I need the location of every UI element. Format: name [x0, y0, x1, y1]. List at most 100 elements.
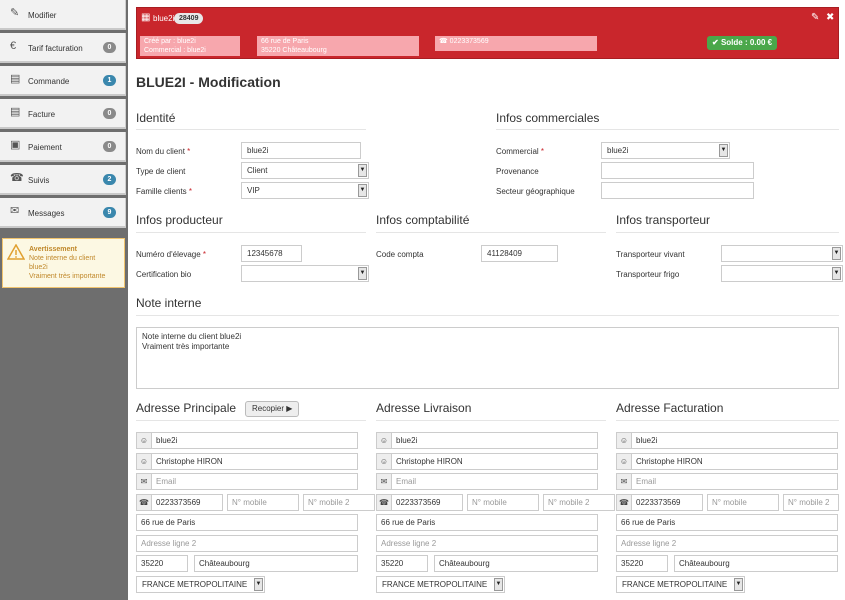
commercial-select[interactable]: blue2i ▼ [601, 142, 730, 159]
address-zip-input[interactable]: 35220 [136, 555, 188, 572]
address-name-input[interactable]: blue2i [391, 432, 598, 449]
address-zip-input[interactable]: 35220 [376, 555, 428, 572]
created-by: Créé par : blue2i [144, 38, 196, 45]
invoice-icon: ▤ [10, 106, 21, 118]
chevron-down-icon: ▼ [358, 267, 367, 280]
address-line2-input[interactable]: Adresse ligne 2 [136, 535, 358, 552]
type-client-select[interactable]: Client ▼ [241, 162, 369, 179]
address-mobile2-input[interactable]: N° mobile 2 [783, 494, 839, 511]
address-mobile2-input[interactable]: N° mobile 2 [303, 494, 375, 511]
section-divider [496, 129, 839, 130]
address-contact-input-group: ☺ Christophe HIRON [616, 453, 838, 470]
envelope-icon: ✉ [10, 205, 20, 217]
section-title-adresse-facturation: Adresse Facturation [616, 401, 724, 415]
country-value: FRANCE METROPOLITAINE [382, 580, 488, 589]
address-city-input[interactable]: Châteaubourg [194, 555, 358, 572]
chevron-down-icon: ▼ [358, 184, 367, 197]
edit-icon[interactable]: ✎ [811, 12, 822, 23]
address-email-input[interactable]: Email [391, 473, 598, 490]
address-phone-input[interactable]: 0223373569 [151, 494, 223, 511]
provenance-label: Provenance [496, 167, 539, 176]
address-phone-input[interactable]: 0223373569 [631, 494, 703, 511]
code-compta-input[interactable]: 41128409 [481, 245, 558, 262]
country-value: FRANCE METROPOLITAINE [622, 580, 728, 589]
elevage-input[interactable]: 12345678 [241, 245, 302, 262]
user-icon: ☺ [616, 453, 632, 470]
sidebar-item-tarif[interactable]: € Tarif facturation 0 [0, 33, 126, 63]
address-line1-input[interactable]: 66 rue de Paris [136, 514, 358, 531]
address-email-input-group: ✉ Email [616, 473, 838, 490]
sidebar-item-suivis[interactable]: ☎ Suivis 2 [0, 165, 126, 195]
transporteur-vivant-label: Transporteur vivant [616, 250, 685, 259]
section-divider [136, 420, 366, 421]
building-icon: ▦ [141, 12, 151, 23]
address-mobile-input[interactable]: N° mobile [707, 494, 779, 511]
count-badge: 1 [103, 75, 116, 86]
famille-clients-select[interactable]: VIP ▼ [241, 182, 369, 199]
section-divider [376, 232, 606, 233]
chevron-down-icon: ▼ [494, 578, 503, 591]
envelope-icon: ✉ [616, 473, 632, 490]
address-contact-input-group: ☺ Christophe HIRON [136, 453, 358, 470]
address-mobile-input[interactable]: N° mobile [227, 494, 299, 511]
sidebar-item-label: Tarif facturation [28, 44, 83, 53]
section-title-note: Note interne [136, 296, 202, 310]
trash-icon[interactable]: ✖ [826, 12, 837, 23]
phone-icon: ☎ [10, 172, 24, 184]
sidebar: ✎ Modifier € Tarif facturation 0 ▤ Comma… [0, 0, 128, 600]
section-title-transporteur: Infos transporteur [616, 213, 711, 227]
transporteur-vivant-select[interactable]: ▼ [721, 245, 843, 262]
address-mobile-input[interactable]: N° mobile [467, 494, 539, 511]
chevron-down-icon: ▼ [832, 247, 841, 260]
client-creator-box: Créé par : blue2i Commercial : blue2i [140, 36, 240, 56]
address-line2-input[interactable]: Adresse ligne 2 [376, 535, 598, 552]
nom-client-input[interactable]: blue2i [241, 142, 361, 159]
placeholder-text: Email [156, 477, 177, 486]
address-line1-input[interactable]: 66 rue de Paris [616, 514, 838, 531]
address-contact-input[interactable]: Christophe HIRON [391, 453, 598, 470]
code-compta-label: Code compta [376, 250, 424, 259]
address-phone-group: ☎ 0223373569 N° mobile N° mobile 2 [616, 494, 845, 511]
address-line1-input[interactable]: 66 rue de Paris [376, 514, 598, 531]
address-contact-input-group: ☺ Christophe HIRON [376, 453, 598, 470]
sidebar-item-commande[interactable]: ▤ Commande 1 [0, 66, 126, 96]
section-title-identite: Identité [136, 111, 176, 125]
recopier-button[interactable]: Recopier ▶ [245, 401, 300, 417]
count-badge: 0 [103, 108, 116, 119]
address-country-select[interactable]: FRANCE METROPOLITAINE ▼ [136, 576, 265, 593]
check-icon: ✔ [712, 38, 721, 47]
sidebar-item-label: Commande [28, 77, 70, 86]
address-line2-input[interactable]: Adresse ligne 2 [616, 535, 838, 552]
commercial: Commercial : blue2i [144, 47, 206, 54]
sidebar-item-modifier[interactable]: ✎ Modifier [0, 0, 126, 30]
address-name-input-group: ☺ blue2i [616, 432, 838, 449]
address-name-input[interactable]: blue2i [151, 432, 358, 449]
address-phone-input[interactable]: 0223373569 [391, 494, 463, 511]
address-city-input[interactable]: Châteaubourg [434, 555, 598, 572]
sidebar-item-paiement[interactable]: ▣ Paiement 0 [0, 132, 126, 162]
transporteur-frigo-select[interactable]: ▼ [721, 265, 843, 282]
address-country-select[interactable]: FRANCE METROPOLITAINE ▼ [616, 576, 745, 593]
note-line: Note interne du client blue2i [142, 332, 242, 341]
elevage-label: Numéro d'élevage * [136, 250, 207, 259]
address-city-input[interactable]: Châteaubourg [674, 555, 838, 572]
sidebar-item-facture[interactable]: ▤ Facture 0 [0, 99, 126, 129]
address-contact-input[interactable]: Christophe HIRON [151, 453, 358, 470]
address-name-input[interactable]: blue2i [631, 432, 838, 449]
address-email-input[interactable]: Email [631, 473, 838, 490]
address-country-select[interactable]: FRANCE METROPOLITAINE ▼ [376, 576, 505, 593]
address-zip-input[interactable]: 35220 [616, 555, 668, 572]
sidebar-item-messages[interactable]: ✉ Messages 9 [0, 198, 126, 228]
user-icon: ☺ [376, 432, 392, 449]
placeholder-text: Email [636, 477, 657, 486]
note-textarea[interactable]: Note interne du client blue2i Vraiment t… [136, 327, 839, 389]
chevron-down-icon: ▼ [734, 578, 743, 591]
provenance-input[interactable] [601, 162, 754, 179]
address-contact-input[interactable]: Christophe HIRON [631, 453, 838, 470]
address-email-input[interactable]: Email [151, 473, 358, 490]
country-value: FRANCE METROPOLITAINE [142, 580, 248, 589]
sidebar-item-label: Suivis [28, 176, 50, 185]
bio-select[interactable]: ▼ [241, 265, 369, 282]
secteur-input[interactable] [601, 182, 754, 199]
address-mobile2-input[interactable]: N° mobile 2 [543, 494, 615, 511]
